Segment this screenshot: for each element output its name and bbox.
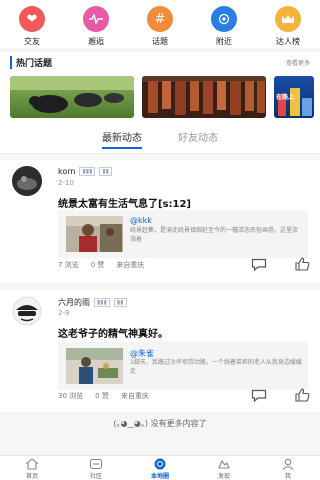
like-count: 0 赞 [90,261,105,269]
level-badge: ▮▮▮ [79,167,96,176]
post-username-row: korn ▮▮▮ ▮▮ [58,167,112,176]
feed-tabs: 最新动态 好友动态 [0,122,320,154]
tabbar-discover[interactable]: 发现 [194,456,254,480]
vip-badge: ▮▮ [99,167,112,176]
post-card[interactable]: korn ▮▮▮ ▮▮ 2-10 统景太富有生活气息了[s:12] @kkk 统… [0,160,320,282]
post-action-icons [251,387,310,406]
tabbar-label: 本地圈 [150,473,169,480]
quoted-text: 1脚天，我路过沙坪坝劳动路，一个挑着菜担的老人从我身边缓缓走 [130,359,302,375]
quoted-username[interactable]: @kkk [130,216,152,225]
quoted-text: 统景赶集，是渝北统景镇绵延至今的一幅活态民俗画卷。这里流淌着 [130,227,299,243]
local-circle-icon [154,458,166,470]
view-more-link[interactable]: 查看更多 [286,58,310,67]
tabbar-label: 我 [284,473,291,480]
quoted-post[interactable]: @朱雀 1脚天，我路过沙坪坝劳动路，一个挑着菜担的老人从我身边缓缓走 [58,342,308,390]
post-actions: 30 浏览 0 赞 来自重庆 [58,387,310,405]
quick-link-friends[interactable]: ❤ 交友 [4,6,60,48]
quick-link-label: 达人榜 [276,37,300,46]
quick-link-label: 交友 [24,37,40,46]
topic-carousel[interactable]: 在路上 [0,72,320,122]
tabbar-label: 社区 [89,473,102,480]
quoted-post-image [66,348,123,384]
quoted-post[interactable]: @kkk 统景赶集，是渝北统景镇绵延至今的一幅活态民俗画卷。这里流淌着 [58,210,308,258]
heart-icon: ❤ [19,6,45,32]
profile-icon [282,458,294,470]
hot-topics-title: 热门话题 [10,55,52,69]
quick-link-label: 话题 [152,37,168,46]
post-date: 2-10 [58,179,74,187]
tabbar-local-circle[interactable]: 本地圈 [130,456,190,480]
thumbs-up-icon[interactable] [295,387,310,406]
view-count: 30 浏览 [58,392,84,400]
location-icon [211,6,237,32]
bottom-tab-bar: 首页 社区 本地圈 发现 我 [0,455,320,480]
view-count: 7 浏览 [58,261,79,269]
discover-icon [218,459,230,469]
like-count: 0 赞 [95,392,109,400]
quick-link-label: 邂逅 [88,37,104,46]
tabbar-label: 发现 [217,473,230,480]
post-date: 2-9 [58,309,70,317]
topic-card-city[interactable]: 在路上 [274,76,314,118]
tabbar-profile[interactable]: 我 [258,456,318,480]
crown-icon [275,6,301,32]
vip-badge: ▮▮ [113,298,127,307]
quick-link-topics[interactable]: # 话题 [132,6,188,48]
topic-card-caption: 在路上 [276,94,295,101]
home-icon [25,458,39,470]
post-username[interactable]: korn [58,167,75,176]
avatar[interactable] [12,296,42,326]
hashtag-icon: # [147,6,173,32]
post-actions: 7 浏览 0 赞 来自重庆 [58,256,310,274]
post-header: 六月的雨 ▮▮▮ ▮▮ 2-9 [0,290,320,326]
quick-link-encounter[interactable]: 邂逅 [68,6,124,48]
quick-link-label: 附近 [216,37,232,46]
heartbeat-icon [83,6,109,32]
end-of-feed-message: (｡◕‿◕｡) 没有更多内容了 [113,419,207,428]
post-card[interactable]: 六月的雨 ▮▮▮ ▮▮ 2-9 这老爷子的精气神真好。 @朱雀 1脚天，我路过沙… [0,290,320,412]
post-text: 统景太富有生活气息了[s:12] [58,199,192,210]
tabbar-label: 首页 [25,473,38,480]
tabbar-community[interactable]: 社区 [66,456,126,480]
community-icon [89,458,103,470]
post-source: 来自重庆 [120,392,149,400]
quoted-post-image [66,216,123,252]
post-username-row: 六月的雨 ▮▮▮ ▮▮ [58,297,127,308]
comment-icon[interactable] [251,387,267,406]
quick-links: ❤ 交友 邂逅 # 话题 附近 达人榜 [0,0,320,48]
tabbar-home[interactable]: 首页 [2,456,62,480]
quick-link-ranking[interactable]: 达人榜 [260,6,316,48]
avatar[interactable] [12,166,42,196]
tab-friends[interactable]: 好友动态 [178,129,218,147]
post-text: 这老爷子的精气神真好。 [58,329,168,340]
comment-icon[interactable] [251,256,267,275]
topic-card-cured-meat[interactable] [142,76,266,118]
post-action-icons [251,256,310,275]
post-header: korn ▮▮▮ ▮▮ 2-10 [0,160,320,196]
hot-topics-header: 热门话题 查看更多 [0,52,320,72]
tab-latest[interactable]: 最新动态 [102,129,142,149]
post-username[interactable]: 六月的雨 [58,297,90,308]
topic-card-pigs[interactable] [10,76,134,118]
quick-link-nearby[interactable]: 附近 [196,6,252,48]
level-badge: ▮▮▮ [94,298,110,307]
post-source: 来自重庆 [116,261,145,269]
hot-topics-section: 热门话题 查看更多 在路上 [0,52,320,122]
thumbs-up-icon[interactable] [295,256,310,275]
